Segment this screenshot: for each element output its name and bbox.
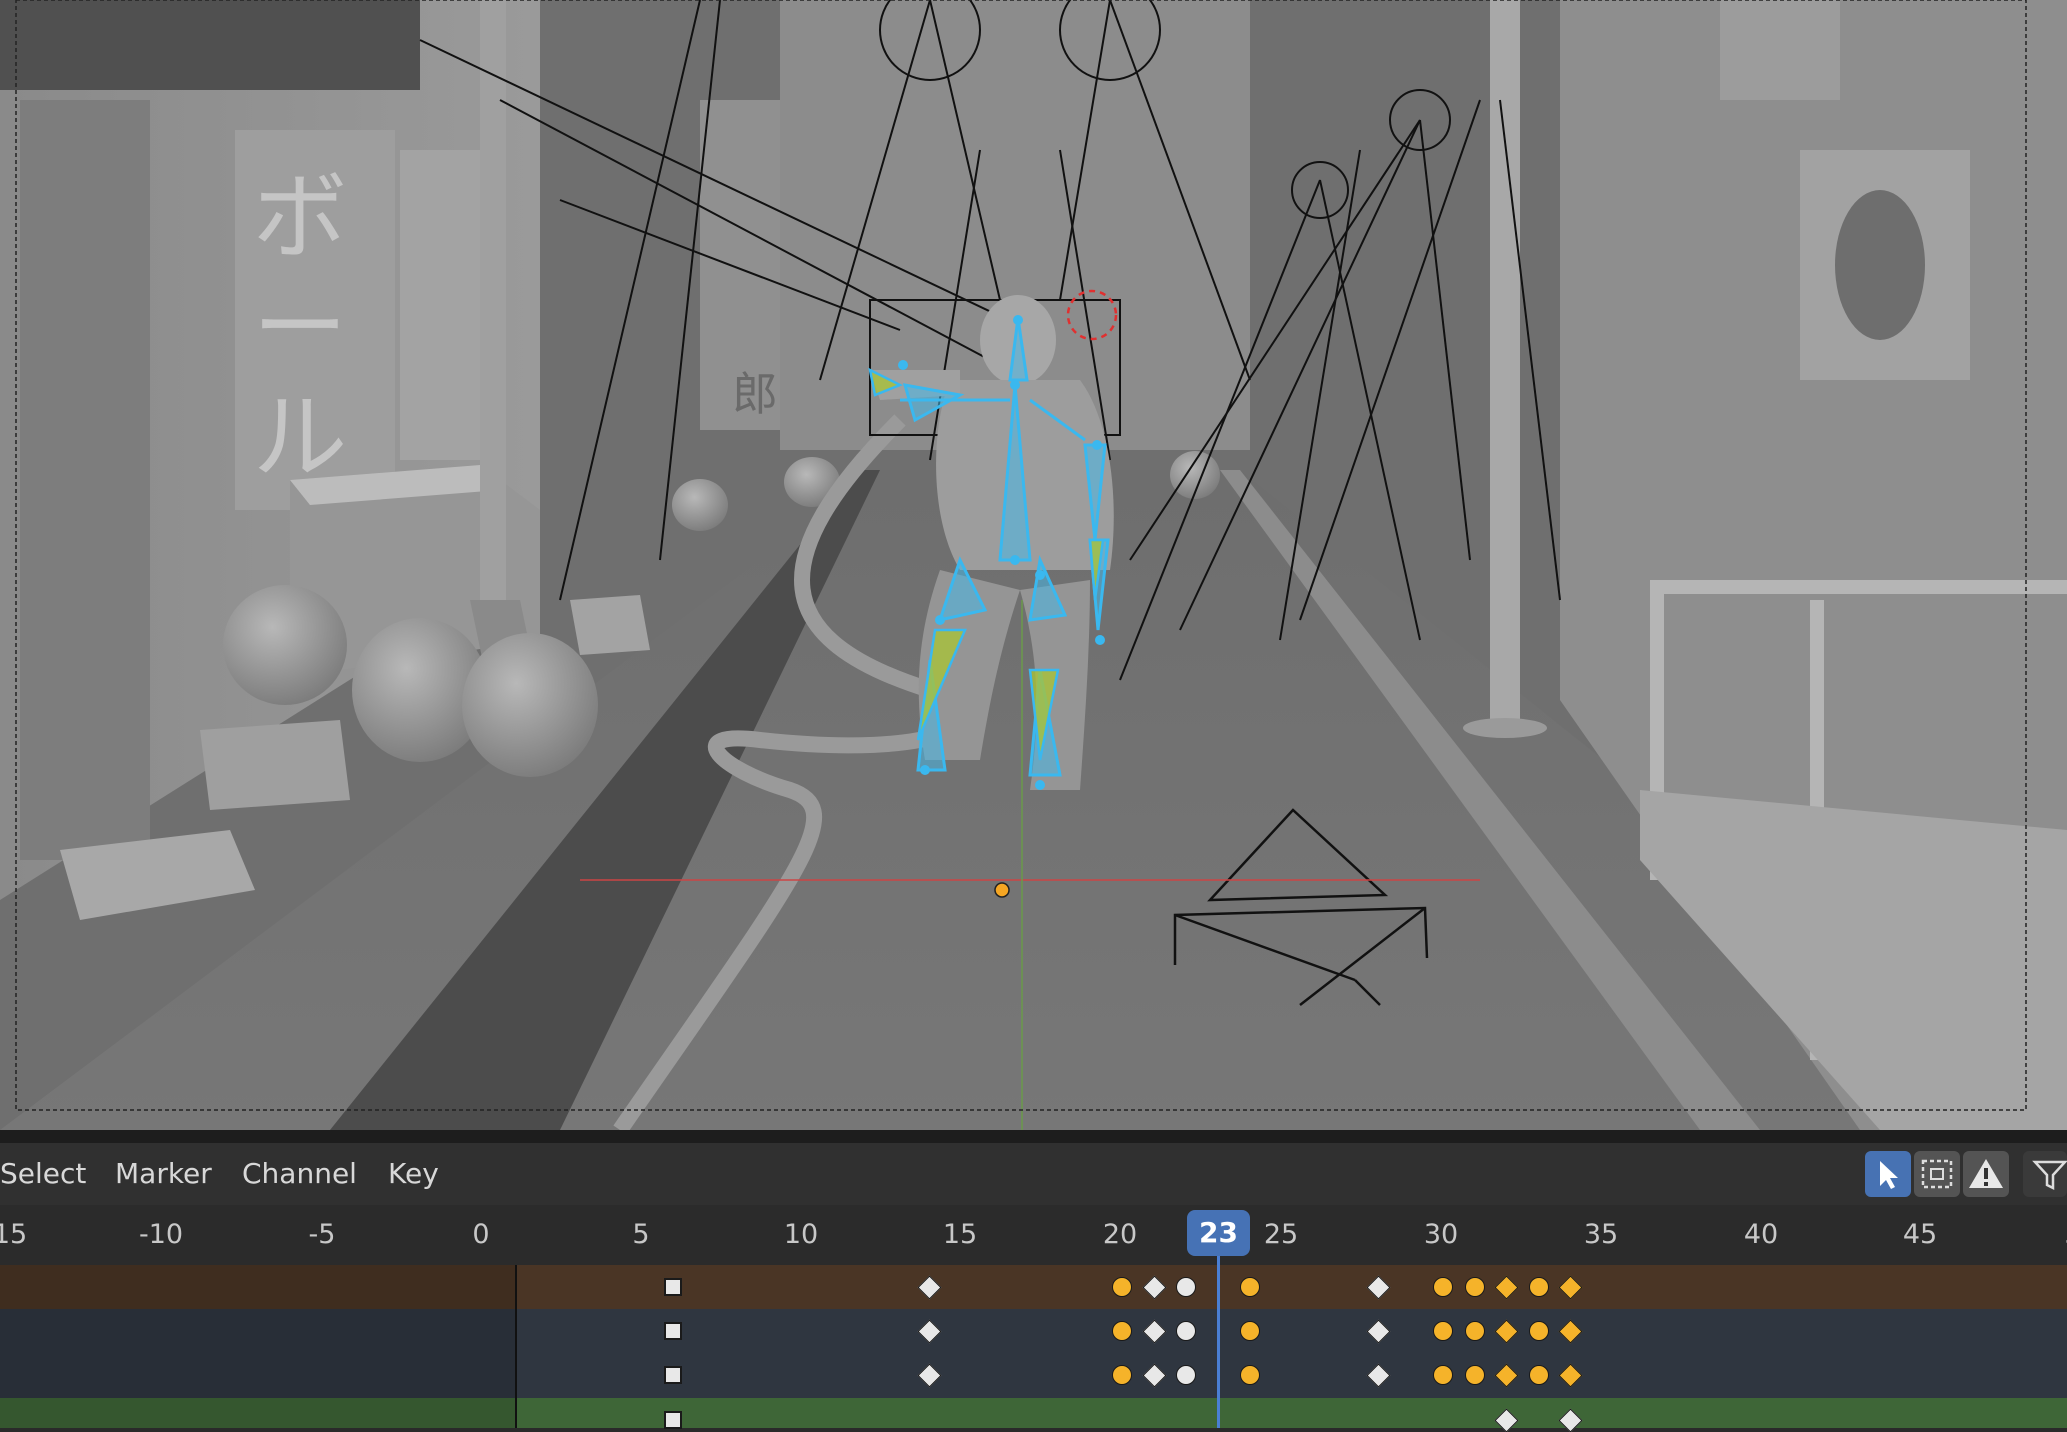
keyframe-circle[interactable] (1464, 1321, 1485, 1341)
ruler-tick: 20 (1102, 1219, 1138, 1250)
pole-right (1490, 0, 1520, 720)
keyframe-circle[interactable] (1464, 1365, 1485, 1385)
filter-button[interactable] (2023, 1151, 2067, 1197)
cursor-arrow-icon (1880, 1161, 1898, 1189)
keyframe-circle[interactable] (1464, 1277, 1485, 1297)
railing-top (1650, 580, 2067, 594)
keyframe-circle[interactable] (1112, 1365, 1132, 1385)
warning-icon (1969, 1159, 2003, 1188)
menu-select[interactable]: Select (0, 1143, 86, 1205)
ruler-tick: 30 (1423, 1219, 1459, 1250)
channel-row[interactable] (0, 1353, 2067, 1398)
keyframe-circle[interactable] (1528, 1365, 1549, 1385)
box-select-button[interactable] (1914, 1151, 1960, 1197)
garbage-bag (223, 585, 347, 705)
area-divider[interactable] (0, 1130, 2067, 1143)
playhead-line[interactable] (1216, 1256, 1220, 1428)
sign-char-1: ボ (252, 163, 347, 273)
ruler-tick: 25 (1263, 1219, 1299, 1250)
keyframe-circle[interactable] (1176, 1277, 1197, 1297)
menu-key[interactable]: Key (388, 1143, 439, 1205)
awning (0, 0, 420, 90)
menu-channel[interactable]: Channel (242, 1143, 357, 1205)
channel-row[interactable] (0, 1309, 2067, 1353)
keyframe-circle[interactable] (1432, 1277, 1453, 1297)
keyframe-square[interactable] (664, 1322, 683, 1340)
keyframe-square[interactable] (664, 1411, 683, 1429)
menu-marker[interactable]: Marker (115, 1143, 212, 1205)
ruler-tick: 15 (0, 1219, 28, 1250)
frame-zero-line (515, 1265, 517, 1428)
ruler-tick: -10 (138, 1219, 184, 1250)
dopesheet-header: Select Marker Channel Key (0, 1143, 2067, 1205)
ruler-tick: 0 (472, 1219, 490, 1250)
current-frame-indicator[interactable]: 23 (1187, 1210, 1250, 1256)
keyframe-circle[interactable] (1528, 1277, 1549, 1297)
origin-point (994, 882, 1010, 898)
ruler-tick: 45 (1902, 1219, 1938, 1250)
pole-left (480, 0, 506, 600)
select-tool-button[interactable] (1865, 1151, 1911, 1197)
ruler-tick: 35 (1583, 1219, 1619, 1250)
keyframe-circle[interactable] (1112, 1277, 1132, 1297)
keyframe-square[interactable] (664, 1366, 683, 1384)
box-select-icon (1921, 1159, 1953, 1189)
keyframe-circle[interactable] (1176, 1365, 1197, 1385)
summary-row[interactable] (0, 1265, 2067, 1309)
sign-char-2: ー (252, 273, 347, 383)
warning-button[interactable] (1963, 1151, 2009, 1197)
keyframe-circle[interactable] (1432, 1321, 1453, 1341)
sign-char-3: ル (252, 383, 347, 493)
frame-ruler[interactable]: 15 -10 -5 0 5 10 15 20 25 30 35 40 45 5 (0, 1205, 2067, 1265)
keyframe-circle[interactable] (1432, 1365, 1453, 1385)
filter-icon (2032, 1160, 2067, 1191)
keyframe-circle[interactable] (1112, 1321, 1132, 1341)
ruler-tick: 15 (942, 1219, 978, 1250)
ruler-tick: 10 (783, 1219, 819, 1250)
keyframe-square[interactable] (664, 1278, 683, 1296)
ruler-tick: 40 (1743, 1219, 1779, 1250)
ruler-tick: -5 (308, 1219, 336, 1250)
sign-char-4: 郎 (732, 367, 778, 421)
ruler-tick: 5 (632, 1219, 650, 1250)
action-row[interactable] (0, 1398, 2067, 1428)
keyframe-circle[interactable] (1176, 1321, 1197, 1341)
keyframe-circle[interactable] (1528, 1321, 1549, 1341)
3d-viewport[interactable]: ボ ー ル 郎 (0, 0, 2067, 1130)
scene-render: ボ ー ル 郎 (0, 0, 2067, 1130)
